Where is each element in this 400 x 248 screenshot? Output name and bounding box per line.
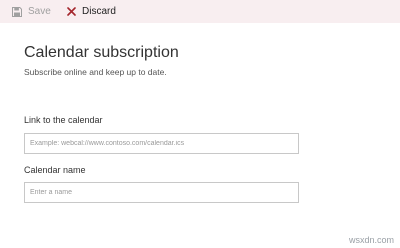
page-title: Calendar subscription (24, 44, 179, 61)
close-icon (67, 7, 76, 16)
save-button[interactable]: Save (12, 0, 51, 23)
discard-button[interactable]: Discard (67, 0, 116, 23)
calendar-name-label: Calendar name (24, 165, 86, 175)
save-button-label: Save (28, 6, 51, 17)
calendar-link-input[interactable] (24, 133, 299, 154)
page-subtitle: Subscribe online and keep up to date. (24, 67, 167, 77)
calendar-link-label: Link to the calendar (24, 115, 103, 125)
watermark: wsxdn.com (348, 235, 394, 245)
discard-button-label: Discard (82, 6, 116, 17)
save-icon (12, 6, 22, 17)
command-bar: Save Discard (0, 0, 400, 23)
calendar-name-input[interactable] (24, 182, 299, 203)
